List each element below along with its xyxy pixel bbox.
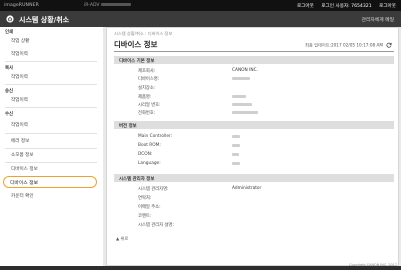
sidebar-group-copy: 복사 bbox=[5, 66, 14, 71]
row-value: CANON INC. bbox=[232, 67, 258, 73]
breadcrumb: 시스템 상황/취소 : 디바이스 정보 bbox=[114, 31, 173, 36]
sidebar-group-receive: 수신 bbox=[5, 112, 14, 117]
sidebar-item-counter-check[interactable]: 카운터 확인 bbox=[11, 193, 34, 199]
divider bbox=[5, 84, 97, 85]
info-row: 제조회사: CANON INC. bbox=[114, 66, 394, 74]
row-value: Administrator bbox=[232, 185, 262, 191]
divider bbox=[5, 162, 97, 163]
divider bbox=[5, 133, 97, 134]
info-row: 제품명: bbox=[114, 92, 394, 100]
redacted-value bbox=[232, 77, 250, 80]
last-updated: 최종 업데이트:2017 02/05 10:17:08 AM bbox=[305, 42, 392, 49]
sidebar-item-device-info[interactable]: 디바이스 정보 bbox=[3, 176, 97, 188]
info-row: Main Controller: bbox=[114, 132, 394, 140]
info-row: 전화번호: bbox=[114, 108, 394, 116]
info-row: Language: bbox=[114, 159, 394, 167]
row-label: 디바이스명: bbox=[138, 76, 160, 82]
redacted-value bbox=[232, 95, 246, 98]
redacted-value bbox=[232, 144, 240, 147]
top-bar: imageRUNNER iR-ADV 로그아웃 로그인 사용자: 7654321… bbox=[0, 0, 401, 11]
row-label: 제조회사: bbox=[138, 68, 156, 74]
info-row: 디바이스명: bbox=[114, 74, 394, 82]
sidebar-item-consumables[interactable]: 소모품 정보 bbox=[11, 152, 34, 158]
row-label: 설치장소: bbox=[138, 85, 156, 91]
row-label: 시리얼 번호: bbox=[138, 102, 161, 108]
sidebar-group-send: 송신 bbox=[5, 89, 14, 94]
content-panel: 시스템 상황/취소 : 디바이스 정보 디바이스 정보 최종 업데이트:2017… bbox=[106, 27, 399, 266]
title-bar: 시스템 상황/취소 관리자에게 메일 bbox=[0, 11, 401, 27]
row-label: Boot ROM: bbox=[138, 142, 161, 148]
row-label: 전화번호: bbox=[138, 110, 156, 116]
info-row: Boot ROM: bbox=[114, 141, 394, 149]
sidebar-item-send-log[interactable]: 작업이력 bbox=[11, 97, 28, 103]
section-title: 디바이스 기본 정보 bbox=[119, 58, 155, 64]
redacted-value bbox=[232, 153, 239, 156]
redacted-value bbox=[232, 111, 258, 114]
redacted-model bbox=[101, 3, 132, 6]
sidebar: 인쇄 작업 상황 작업이력 복사 작업이력 송신 작업이력 수신 작업이력 에러… bbox=[0, 27, 103, 270]
title-divider bbox=[114, 51, 394, 52]
info-row: 설치장소: bbox=[114, 83, 394, 91]
page-header-title: 시스템 상황/취소 bbox=[19, 15, 70, 24]
redacted-value bbox=[232, 135, 240, 138]
redacted-value bbox=[232, 103, 252, 106]
section-title: 시스템 관리자 정보 bbox=[119, 176, 155, 182]
sidebar-item-label: 디바이스 정보 bbox=[10, 181, 39, 187]
sidebar-item-receive-log[interactable]: 작업이력 bbox=[11, 122, 28, 128]
info-row: DCON: bbox=[114, 150, 394, 158]
last-updated-text: 최종 업데이트:2017 02/05 10:17:08 AM bbox=[305, 42, 383, 48]
refresh-icon[interactable] bbox=[386, 42, 392, 48]
divider bbox=[5, 148, 97, 149]
logout-link[interactable]: 로그아웃 bbox=[297, 4, 314, 9]
sidebar-group-print: 인쇄 bbox=[5, 30, 14, 35]
login-user: 로그인 사용자: 7654321 bbox=[321, 4, 372, 9]
info-row: 시스템 관리자명: Administrator bbox=[114, 184, 394, 192]
divider bbox=[5, 107, 97, 108]
row-label: Main Controller: bbox=[138, 133, 173, 139]
sidebar-item-print-status[interactable]: 작업 상황 bbox=[11, 38, 29, 44]
info-row: 코멘트: bbox=[114, 211, 394, 219]
sidebar-item-copy-log[interactable]: 작업이력 bbox=[11, 74, 28, 80]
redacted-value bbox=[232, 162, 240, 165]
home-icon[interactable] bbox=[6, 15, 14, 23]
info-row: 연락처: bbox=[114, 193, 394, 201]
admin-mail-link[interactable]: 관리자에게 메일 bbox=[362, 16, 394, 23]
bottom-bar bbox=[0, 266, 401, 270]
info-row: 이메일 주소: bbox=[114, 202, 394, 210]
row-label: 제품명: bbox=[138, 94, 152, 100]
row-label: 이메일 주소: bbox=[138, 204, 161, 210]
row-label: 시스템 관리자명: bbox=[138, 186, 169, 192]
row-label: DCON: bbox=[138, 151, 153, 157]
section-header-version: 버전 정보 bbox=[114, 121, 394, 129]
info-row: 시스템 관리자 설명: bbox=[114, 220, 394, 228]
section-header-basic: 디바이스 기본 정보 bbox=[114, 56, 394, 64]
top-bar-right: 로그아웃 로그인 사용자: 7654321 로그아웃 bbox=[291, 3, 396, 9]
section-title: 버전 정보 bbox=[119, 123, 137, 129]
row-label: 시스템 관리자 설명: bbox=[138, 222, 174, 228]
device-model-text: iR-ADV bbox=[84, 3, 100, 8]
divider bbox=[5, 61, 97, 62]
logout-link-2[interactable]: 로그아웃 bbox=[379, 4, 396, 9]
brand-name: imageRUNNER bbox=[4, 3, 39, 8]
row-label: Language: bbox=[138, 160, 161, 166]
sidebar-item-print-log[interactable]: 작업이력 bbox=[11, 51, 28, 57]
device-mode: iR-ADV bbox=[84, 3, 132, 8]
row-label: 연락처: bbox=[138, 195, 152, 201]
row-label: 코멘트: bbox=[138, 213, 152, 219]
info-row: 시리얼 번호: bbox=[114, 100, 394, 108]
section-header-admin: 시스템 관리자 정보 bbox=[114, 174, 394, 182]
back-to-top-link[interactable]: ▲ 위로 bbox=[116, 236, 128, 242]
sidebar-item-device-status[interactable]: 디바이스 정보 bbox=[11, 166, 38, 172]
page-title: 디바이스 정보 bbox=[114, 40, 158, 49]
main-area: 시스템 상황/취소 : 디바이스 정보 디바이스 정보 최종 업데이트:2017… bbox=[103, 27, 401, 270]
sidebar-item-error-info[interactable]: 에러 정보 bbox=[11, 138, 29, 144]
